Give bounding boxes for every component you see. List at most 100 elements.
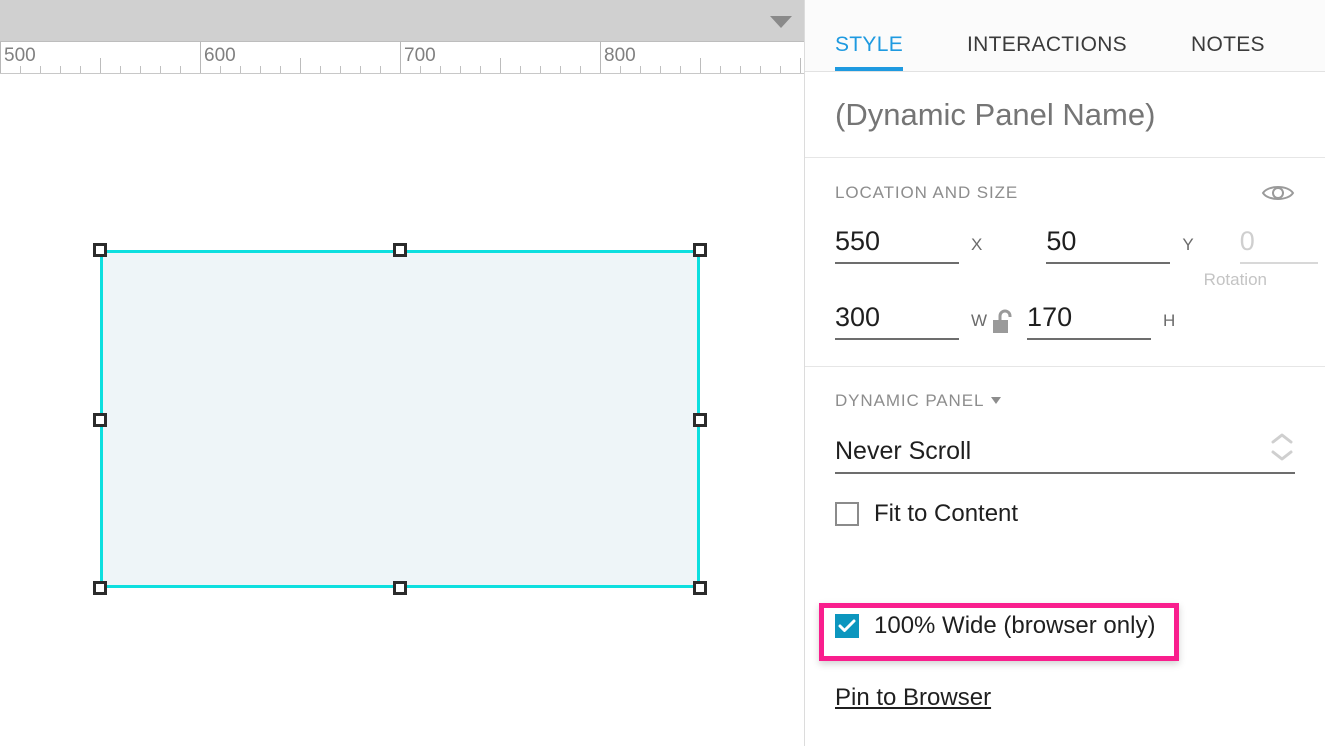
ruler-tick	[240, 66, 241, 73]
xy-rotation-row: X Y °	[835, 204, 1318, 264]
scroll-select-input[interactable]	[835, 437, 1295, 474]
full-width-label: 100% Wide (browser only)	[874, 612, 1156, 639]
ruler-tick	[60, 66, 61, 73]
ruler-tick	[640, 66, 641, 73]
y-field[interactable]: Y	[1046, 226, 1194, 264]
canvas-surface[interactable]	[0, 74, 804, 746]
app-root: 500 600 700 800 STYLE INTERACTIONS NOTES LO…	[0, 0, 1325, 746]
inspector-panel: STYLE INTERACTIONS NOTES LOCATION AND SI…	[804, 0, 1325, 746]
ruler-tick	[120, 66, 121, 73]
rotation-input[interactable]	[1239, 226, 1318, 264]
w-label: W	[971, 311, 988, 330]
ruler-tick	[420, 66, 421, 73]
dynamic-panel-header[interactable]: DYNAMIC PANEL	[835, 367, 1295, 411]
ruler-tick	[780, 66, 781, 73]
ruler-tick	[80, 66, 81, 73]
dynamic-panel-shape[interactable]	[100, 250, 700, 588]
ruler-tick	[680, 66, 681, 73]
ruler-tick	[20, 66, 21, 73]
ruler-tick	[200, 42, 201, 73]
section-title-location-and-size: LOCATION AND SIZE	[835, 183, 1019, 202]
x-input[interactable]	[835, 226, 959, 264]
scroll-select-row[interactable]	[835, 411, 1295, 474]
resize-handle-top-left[interactable]	[93, 243, 107, 257]
canvas-area[interactable]: 500 600 700 800	[0, 0, 804, 746]
x-field[interactable]: X	[835, 226, 982, 264]
ruler-tick	[0, 42, 1, 73]
y-input[interactable]	[1046, 226, 1171, 264]
ruler-tick	[480, 66, 481, 73]
full-width-row[interactable]: 100% Wide (browser only)	[835, 612, 1155, 640]
h-input[interactable]	[1027, 302, 1152, 340]
ruler-tick	[180, 66, 181, 73]
w-field[interactable]: W	[835, 302, 987, 340]
ruler-tick	[380, 66, 381, 73]
ruler-tick	[360, 66, 361, 73]
panel-name-row[interactable]	[805, 72, 1325, 158]
ruler-tick	[560, 66, 561, 73]
ruler-label: 800	[604, 45, 636, 66]
ruler-tick	[720, 66, 721, 73]
pin-to-browser-row[interactable]: Pin to Browser	[835, 684, 991, 712]
resize-handle-top-center[interactable]	[393, 243, 407, 257]
eye-icon[interactable]	[1261, 182, 1295, 204]
full-width-checkbox[interactable]	[835, 614, 859, 638]
ruler-tick	[520, 66, 521, 73]
section-title-dynamic-panel: DYNAMIC PANEL	[835, 391, 1002, 411]
y-label: Y	[1182, 235, 1194, 254]
caret-down-icon[interactable]	[991, 397, 1002, 404]
h-label: H	[1163, 311, 1176, 330]
stepper-chevrons-icon[interactable]	[1269, 432, 1295, 462]
ruler-tick	[320, 66, 321, 73]
tab-notes[interactable]: NOTES	[1191, 33, 1265, 71]
resize-handle-middle-left[interactable]	[93, 413, 107, 427]
ruler-tick	[280, 66, 281, 73]
x-label: X	[971, 235, 983, 254]
resize-handle-top-right[interactable]	[693, 243, 707, 257]
canvas-toolbar-strip	[0, 0, 804, 42]
resize-handle-bottom-left[interactable]	[93, 581, 107, 595]
ruler-label: 600	[204, 45, 236, 66]
ruler-tick	[460, 66, 461, 73]
ruler-tick	[760, 66, 761, 73]
location-and-size-section: LOCATION AND SIZE X Y	[805, 158, 1325, 367]
ruler-tick	[440, 66, 441, 73]
wh-row: W H	[835, 290, 1295, 340]
ruler-tick	[660, 66, 661, 73]
ruler-tick	[220, 66, 221, 73]
panel-name-input[interactable]	[835, 96, 1295, 133]
resize-handle-bottom-center[interactable]	[393, 581, 407, 595]
ruler-tick	[40, 66, 41, 73]
pin-to-browser-link[interactable]: Pin to Browser	[835, 684, 991, 711]
section-title-dynamic-panel-text: DYNAMIC PANEL	[835, 391, 985, 410]
location-and-size-header: LOCATION AND SIZE	[835, 158, 1295, 204]
inspector-tabs: STYLE INTERACTIONS NOTES	[805, 0, 1325, 72]
chevron-down-icon[interactable]	[770, 16, 792, 28]
ruler-tick	[400, 42, 401, 73]
unlock-icon[interactable]	[991, 308, 1017, 336]
h-field[interactable]: H	[1027, 302, 1175, 340]
ruler-tick	[580, 66, 581, 73]
fit-to-content-checkbox[interactable]	[835, 502, 859, 526]
ruler-tick	[540, 66, 541, 73]
horizontal-ruler: 500 600 700 800	[0, 42, 804, 74]
tab-style[interactable]: STYLE	[835, 33, 904, 71]
resize-handle-bottom-right[interactable]	[693, 581, 707, 595]
ruler-tick	[160, 66, 161, 73]
ruler-label: 500	[4, 45, 36, 66]
ruler-tick	[500, 58, 501, 73]
rotation-label: Rotation	[1203, 270, 1267, 289]
ruler-tick	[340, 66, 341, 73]
w-input[interactable]	[835, 302, 959, 340]
ruler-tick	[260, 66, 261, 73]
fit-to-content-label: Fit to Content	[874, 500, 1019, 527]
ruler-tick	[740, 66, 741, 73]
ruler-label: 700	[404, 45, 436, 66]
ruler-tick	[700, 58, 701, 73]
fit-to-content-row[interactable]: Fit to Content	[835, 500, 1295, 528]
rotation-field[interactable]: °	[1239, 226, 1325, 264]
dynamic-panel-section: DYNAMIC PANEL Fit to Content	[805, 367, 1325, 528]
ruler-tick	[620, 66, 621, 73]
resize-handle-middle-right[interactable]	[693, 413, 707, 427]
tab-interactions[interactable]: INTERACTIONS	[967, 33, 1127, 71]
